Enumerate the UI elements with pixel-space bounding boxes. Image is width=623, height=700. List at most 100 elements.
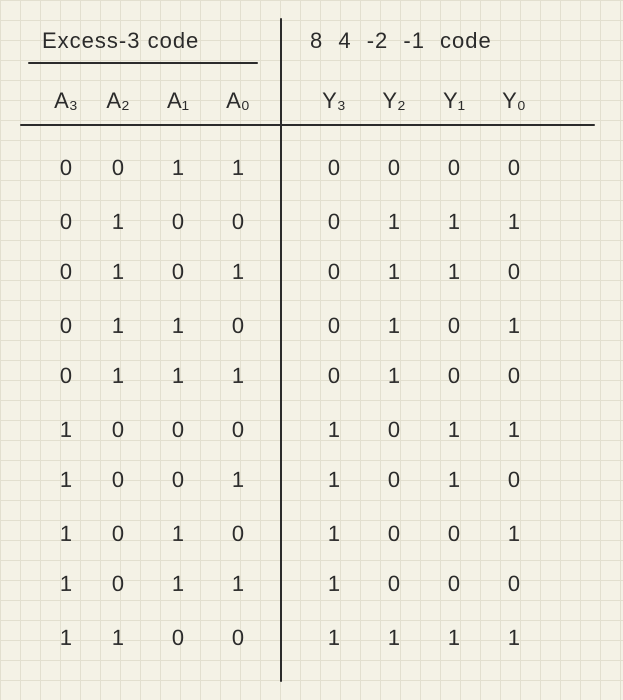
table-row: 00110000 — [0, 144, 623, 194]
cell-A1: 1 — [156, 301, 201, 351]
header-A2: A₂ — [96, 88, 140, 124]
cell-A2: 0 — [96, 559, 140, 609]
cell-A2: 1 — [96, 351, 140, 401]
cell-Y1: 1 — [432, 247, 476, 297]
cell-Y2: 1 — [372, 613, 417, 663]
cell-A2: 1 — [96, 197, 141, 247]
header-Y3: Y₃ — [312, 88, 356, 124]
header-A3: A₃ — [44, 88, 88, 124]
table-row: 10001011 — [0, 404, 623, 454]
cell-A2: 1 — [96, 247, 140, 297]
cell-A3: 1 — [44, 405, 89, 455]
cell-Y3: 1 — [312, 455, 356, 505]
cell-Y0: 0 — [492, 247, 536, 297]
cell-A1: 1 — [156, 351, 200, 401]
cell-Y2: 0 — [372, 405, 417, 455]
cell-Y3: 0 — [312, 197, 357, 247]
cell-Y0: 0 — [492, 559, 536, 609]
cell-A0: 0 — [216, 405, 261, 455]
cell-A2: 1 — [96, 301, 141, 351]
column-headers: A₃ A₂ A₁ A₀ Y₃ Y₂ Y₁ Y₀ — [0, 88, 623, 124]
cell-A2: 0 — [96, 455, 140, 505]
cell-Y2: 0 — [372, 143, 416, 193]
cell-Y0: 1 — [492, 405, 537, 455]
cell-Y1: 1 — [432, 197, 477, 247]
header-Y2: Y₂ — [372, 88, 416, 124]
cell-A0: 1 — [216, 351, 260, 401]
table-body: 0011000001000111010101100110010101110100… — [0, 144, 623, 670]
cell-A1: 0 — [156, 613, 201, 663]
cell-A3: 1 — [44, 559, 88, 609]
header-A0: A₀ — [216, 88, 260, 124]
cell-A3: 1 — [44, 455, 88, 505]
cell-Y0: 0 — [492, 351, 536, 401]
cell-Y3: 1 — [312, 509, 357, 559]
cell-Y2: 1 — [372, 197, 417, 247]
cell-Y1: 0 — [432, 143, 476, 193]
cell-Y3: 1 — [312, 613, 357, 663]
cell-A2: 1 — [96, 613, 141, 663]
cell-A3: 0 — [44, 301, 89, 351]
table-row: 10111000 — [0, 560, 623, 610]
cell-A2: 0 — [96, 509, 141, 559]
cell-Y0: 1 — [492, 509, 537, 559]
cell-Y0: 1 — [492, 613, 537, 663]
cell-Y1: 0 — [432, 351, 476, 401]
cell-Y3: 0 — [312, 301, 357, 351]
header-Y0: Y₀ — [492, 88, 536, 124]
right-title: 8 4 -2 -1 code — [310, 28, 492, 54]
cell-A1: 1 — [156, 143, 200, 193]
cell-A3: 0 — [44, 351, 88, 401]
cell-A2: 0 — [96, 143, 140, 193]
cell-Y0: 1 — [492, 301, 537, 351]
cell-A2: 0 — [96, 405, 141, 455]
cell-Y3: 1 — [312, 559, 356, 609]
cell-Y3: 0 — [312, 247, 356, 297]
header-Y1: Y₁ — [432, 88, 476, 124]
table-row: 01000111 — [0, 196, 623, 246]
table-row: 01100101 — [0, 300, 623, 350]
cell-Y0: 0 — [492, 143, 536, 193]
cell-A1: 0 — [156, 455, 200, 505]
cell-Y1: 1 — [432, 455, 476, 505]
table-row: 01110100 — [0, 352, 623, 402]
cell-Y3: 1 — [312, 405, 357, 455]
cell-A1: 0 — [156, 247, 200, 297]
cell-A0: 1 — [216, 559, 260, 609]
cell-A0: 1 — [216, 455, 260, 505]
cell-A0: 0 — [216, 613, 261, 663]
cell-A0: 0 — [216, 197, 261, 247]
cell-A3: 0 — [44, 197, 89, 247]
cell-Y1: 0 — [432, 509, 477, 559]
cell-Y2: 0 — [372, 559, 416, 609]
cell-A3: 1 — [44, 509, 89, 559]
cell-A1: 1 — [156, 509, 201, 559]
table-row: 11001111 — [0, 612, 623, 662]
table-row: 01010110 — [0, 248, 623, 298]
cell-Y0: 0 — [492, 455, 536, 505]
cell-Y0: 1 — [492, 197, 537, 247]
cell-A1: 1 — [156, 559, 200, 609]
cell-A1: 0 — [156, 197, 201, 247]
cell-A0: 1 — [216, 143, 260, 193]
cell-Y2: 1 — [372, 351, 416, 401]
cell-Y1: 1 — [432, 613, 477, 663]
cell-Y1: 0 — [432, 559, 476, 609]
cell-Y2: 1 — [372, 247, 416, 297]
cell-A1: 0 — [156, 405, 201, 455]
left-title: Excess-3 code — [42, 28, 199, 54]
cell-Y3: 0 — [312, 143, 356, 193]
cell-Y1: 0 — [432, 301, 477, 351]
cell-Y2: 0 — [372, 455, 416, 505]
table-row: 10101001 — [0, 508, 623, 558]
header-A1: A₁ — [156, 88, 200, 124]
cell-A3: 1 — [44, 613, 89, 663]
cell-Y2: 1 — [372, 301, 417, 351]
cell-Y1: 1 — [432, 405, 477, 455]
cell-A3: 0 — [44, 143, 88, 193]
cell-Y3: 0 — [312, 351, 356, 401]
table-row: 10011010 — [0, 456, 623, 506]
cell-A0: 1 — [216, 247, 260, 297]
handwritten-table: { "titles": { "left": "Excess-3 code", "… — [0, 0, 623, 700]
cell-A0: 0 — [216, 509, 261, 559]
